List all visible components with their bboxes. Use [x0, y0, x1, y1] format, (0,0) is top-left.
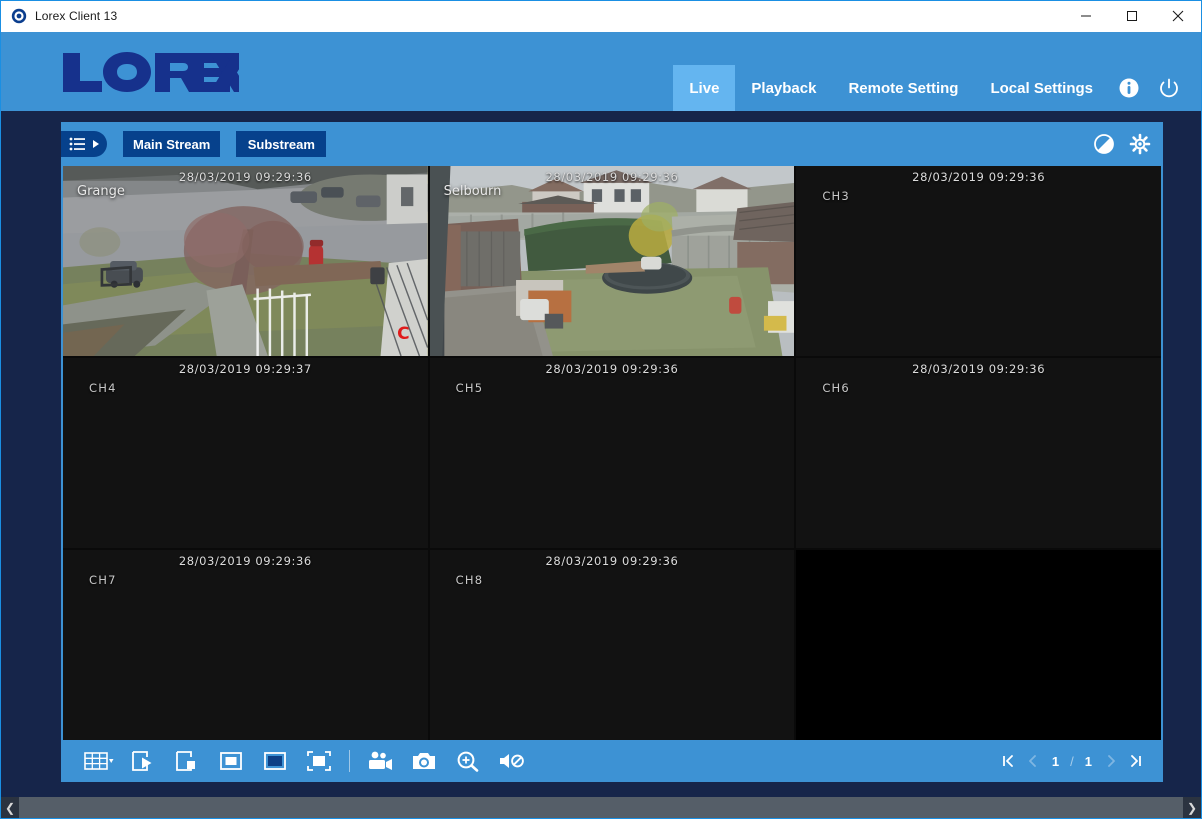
video-cell-ch5[interactable]: 28/03/2019 09:29:36 CH5: [430, 358, 795, 548]
scroll-left-arrow-icon[interactable]: ❮: [1, 797, 19, 818]
nav-item-remote-setting[interactable]: Remote Setting: [832, 65, 974, 111]
cell-timestamp: 28/03/2019 09:29:37: [63, 362, 428, 376]
video-cell-ch2[interactable]: Selbourn 28/03/2019 09:29:36: [430, 166, 795, 356]
color-adjust-icon[interactable]: [1093, 133, 1115, 155]
snapshot-icon[interactable]: [402, 740, 446, 782]
nav-item-live[interactable]: Live: [673, 65, 735, 111]
video-cell-ch4[interactable]: 28/03/2019 09:29:37 CH4: [63, 358, 428, 548]
title-bar: Lorex Client 13: [1, 1, 1201, 32]
video-cell-empty[interactable]: [796, 550, 1161, 740]
video-scene-street: [63, 166, 428, 356]
main-navigation: Live Playback Remote Setting Local Setti…: [673, 65, 1189, 111]
ptz-gear-icon[interactable]: [1129, 133, 1151, 155]
video-cell-ch1[interactable]: Grange 28/03/2019 09:29:36 C: [63, 166, 428, 356]
video-cell-ch8[interactable]: 28/03/2019 09:29:36 CH8: [430, 550, 795, 740]
video-grid: Grange 28/03/2019 09:29:36 C: [63, 166, 1161, 740]
original-proportions-icon[interactable]: [209, 740, 253, 782]
cell-timestamp: 28/03/2019 09:29:36: [796, 362, 1161, 376]
device-list-icon[interactable]: [61, 131, 107, 157]
prev-page-icon[interactable]: [1021, 740, 1043, 782]
total-pages: 1: [1078, 754, 1099, 769]
video-cell-ch6[interactable]: 28/03/2019 09:29:36 CH6: [796, 358, 1161, 548]
brand-header: Live Playback Remote Setting Local Setti…: [1, 32, 1201, 111]
power-icon[interactable]: [1149, 65, 1189, 111]
page-separator: /: [1068, 754, 1076, 769]
current-page: 1: [1045, 754, 1066, 769]
last-page-icon[interactable]: [1125, 740, 1147, 782]
lorex-logo: [61, 49, 239, 95]
stretch-icon[interactable]: [253, 740, 297, 782]
panel-toolbar: Main Stream Substream: [61, 122, 1163, 166]
manual-record-icon[interactable]: [358, 740, 402, 782]
play-all-icon[interactable]: [121, 740, 165, 782]
channel-label: CH4: [89, 381, 117, 395]
cell-timestamp: 28/03/2019 09:29:36: [796, 170, 1161, 184]
cell-timestamp: 28/03/2019 09:29:36: [430, 362, 795, 376]
nav-item-local-settings[interactable]: Local Settings: [974, 65, 1109, 111]
expand-arrow-icon: [92, 139, 100, 149]
panel-toolbar-right: [1093, 122, 1151, 166]
substream-button[interactable]: Substream: [236, 131, 326, 157]
video-cell-ch3[interactable]: 28/03/2019 09:29:36 CH3: [796, 166, 1161, 356]
video-cell-ch7[interactable]: 28/03/2019 09:29:36 CH7: [63, 550, 428, 740]
app-target-circle-icon: [11, 8, 27, 24]
cell-timestamp: 28/03/2019 09:29:36: [63, 554, 428, 568]
minimize-button[interactable]: [1063, 1, 1109, 32]
digital-zoom-icon[interactable]: [446, 740, 490, 782]
nav-item-playback[interactable]: Playback: [735, 65, 832, 111]
mainstream-button[interactable]: Main Stream: [123, 131, 220, 157]
layout-grid-icon[interactable]: [77, 740, 121, 782]
content-area: Main Stream Substream: [1, 111, 1201, 818]
channel-label: CH5: [456, 381, 484, 395]
application-window: Lorex Client 13: [0, 0, 1202, 819]
fullscreen-icon[interactable]: [297, 740, 341, 782]
stop-all-icon[interactable]: [165, 740, 209, 782]
channel-label: CH6: [822, 381, 850, 395]
playback-control-bar: 1 / 1: [61, 740, 1163, 782]
window-title: Lorex Client 13: [35, 9, 117, 23]
info-icon[interactable]: [1109, 65, 1149, 111]
video-scene-garden: [430, 166, 795, 356]
pagination: 1 / 1: [997, 740, 1147, 782]
toolbar-divider: [349, 750, 350, 772]
next-page-icon[interactable]: [1101, 740, 1123, 782]
close-button[interactable]: [1155, 1, 1201, 32]
live-view-panel: Main Stream Substream: [61, 122, 1163, 782]
scrollbar-thumb[interactable]: [19, 797, 1183, 818]
channel-label: CH7: [89, 573, 117, 587]
cell-timestamp: 28/03/2019 09:29:36: [430, 554, 795, 568]
channel-label: CH8: [456, 573, 484, 587]
volume-mute-icon[interactable]: [490, 740, 534, 782]
maximize-button[interactable]: [1109, 1, 1155, 32]
scroll-right-arrow-icon[interactable]: ❯: [1183, 797, 1201, 818]
horizontal-scrollbar[interactable]: ❮ ❯: [1, 796, 1201, 818]
channel-label: CH3: [822, 189, 850, 203]
first-page-icon[interactable]: [997, 740, 1019, 782]
